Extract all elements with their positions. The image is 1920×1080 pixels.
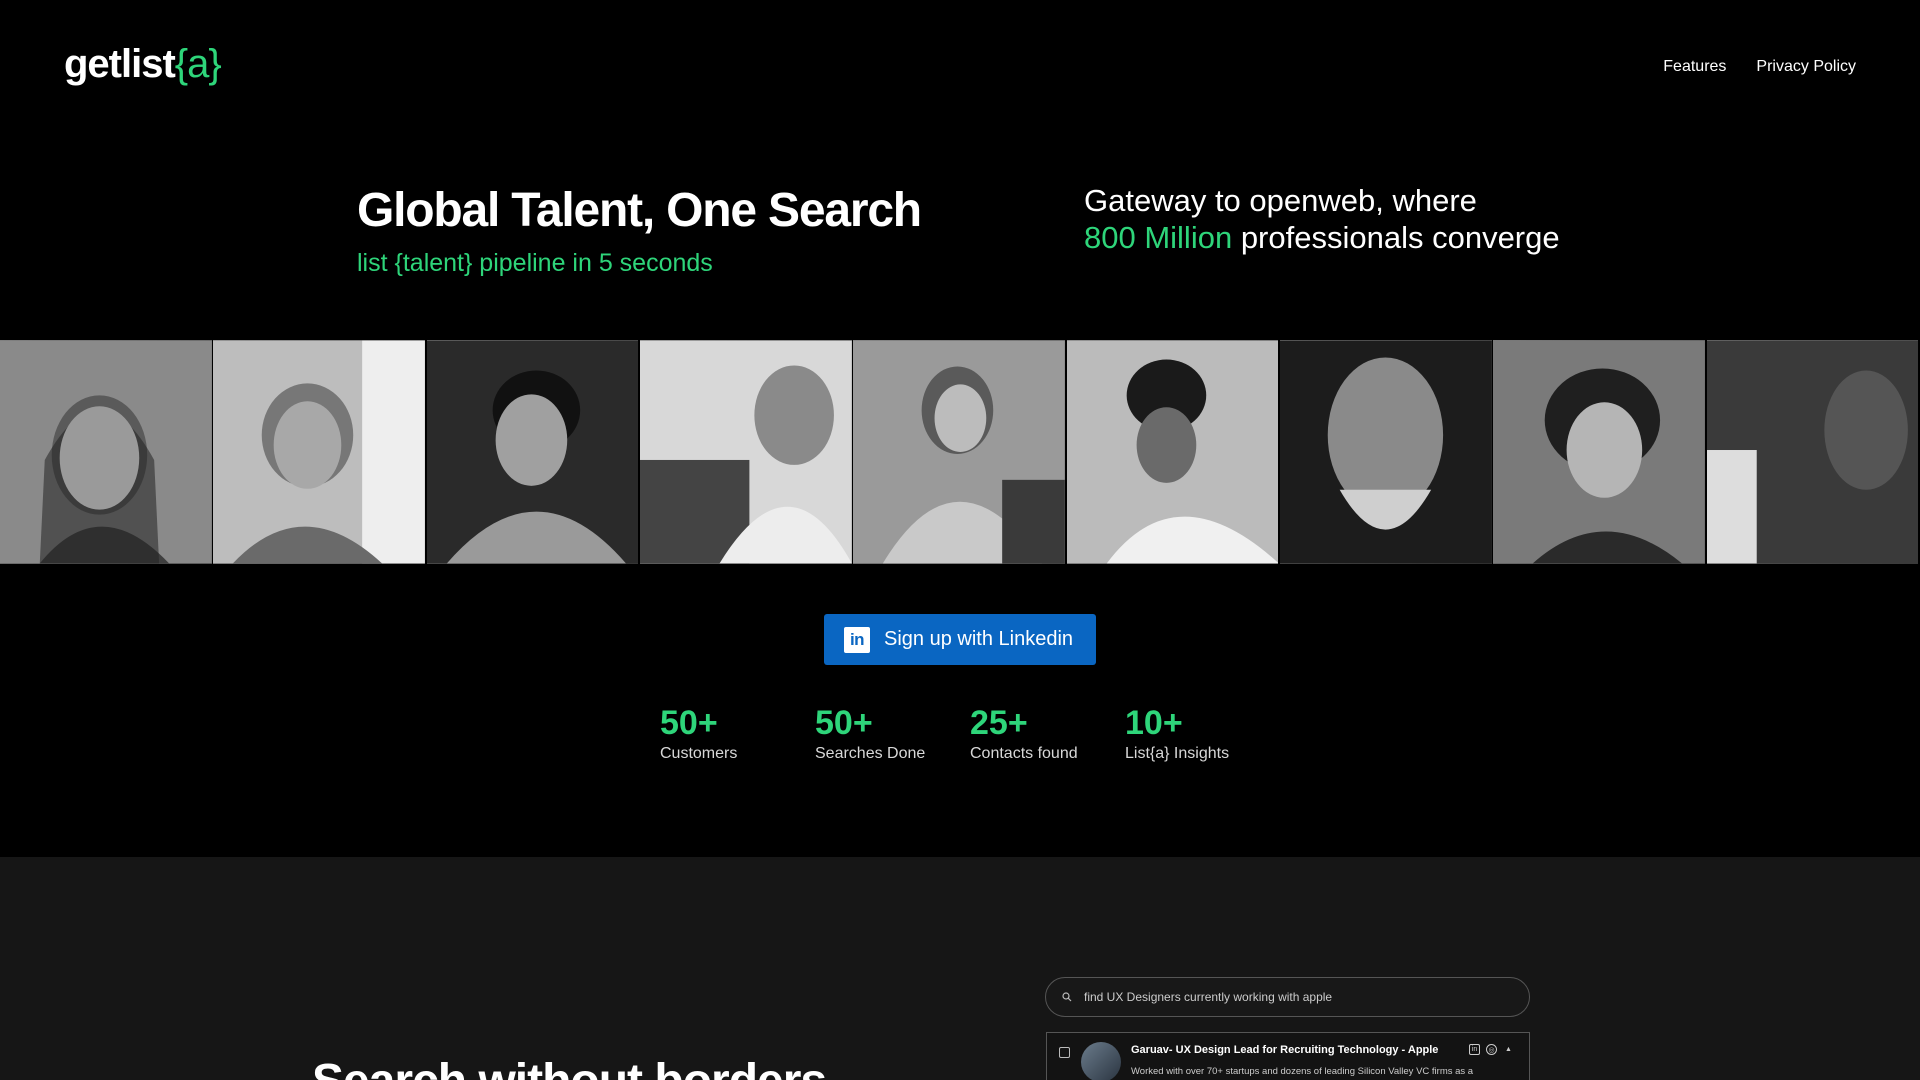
- portrait-strip: [0, 340, 1920, 564]
- linkedin-icon[interactable]: in: [1469, 1044, 1480, 1055]
- gateway-line-1: Gateway to openweb, where: [1084, 183, 1477, 218]
- result-social-icons: in ◎ ▲: [1469, 1044, 1514, 1055]
- twitter-icon[interactable]: ▲: [1503, 1044, 1514, 1055]
- brand-suffix: {a}: [174, 42, 222, 86]
- top-nav: Features Privacy Policy: [1663, 58, 1856, 76]
- stat-contacts: 25+ Contacts found: [970, 703, 1125, 763]
- search-icon: [1062, 992, 1072, 1002]
- stats-row: 50+ Customers 50+ Searches Done 25+ Cont…: [660, 703, 1280, 763]
- hero-title: Global Talent, One Search: [357, 184, 922, 237]
- linkedin-signup-label: Sign up with Linkedin: [884, 628, 1074, 650]
- stat-label: Customers: [660, 745, 738, 762]
- brand-name: getlist: [64, 42, 176, 86]
- portrait-photo: [1493, 340, 1706, 564]
- stat-label: Contacts found: [970, 745, 1078, 762]
- linkedin-icon: in: [844, 626, 870, 653]
- stat-insights: 10+ List{a} Insights: [1125, 703, 1280, 763]
- portrait-photo: [1706, 340, 1919, 564]
- stat-value: 50+: [660, 704, 718, 742]
- nav-privacy-link[interactable]: Privacy Policy: [1756, 58, 1856, 76]
- site-header: getlist{a} Features Privacy Policy: [0, 0, 1920, 140]
- portrait-photo: [213, 340, 426, 564]
- landing-page: getlist{a} Features Privacy Policy Globa…: [0, 0, 1920, 1080]
- section-title: Search without borders: [312, 1054, 827, 1080]
- nav-features-link[interactable]: Features: [1663, 58, 1726, 76]
- search-query-text: find UX Designers currently working with…: [1084, 990, 1333, 1004]
- stat-label: List{a} Insights: [1125, 745, 1230, 762]
- dribbble-icon[interactable]: ◎: [1486, 1044, 1497, 1055]
- stat-value: 25+: [970, 704, 1028, 742]
- result-checkbox[interactable]: [1059, 1047, 1070, 1058]
- avatar: [1081, 1042, 1121, 1080]
- gateway-line-2: 800 Million professionals converge: [1084, 219, 1560, 256]
- stat-searches: 50+ Searches Done: [815, 703, 970, 763]
- portrait-photo: [853, 340, 1066, 564]
- portrait-photo: [1066, 340, 1279, 564]
- portrait-photo: [639, 340, 852, 564]
- search-feature-section: Search without borders find UX Designers…: [0, 857, 1920, 1080]
- portrait-photo: [0, 340, 212, 564]
- search-result-card[interactable]: Garuav- UX Design Lead for Recruiting Te…: [1046, 1032, 1530, 1080]
- hero-gateway-text: Gateway to openweb, where 800 Million pr…: [1084, 182, 1560, 256]
- stat-value: 10+: [1125, 704, 1183, 742]
- result-description: Worked with over 70+ startups and dozens…: [1131, 1066, 1474, 1077]
- hero-subtitle: list {talent} pipeline in 5 seconds: [357, 249, 713, 277]
- portrait-photo: [426, 340, 639, 564]
- hero-heading-block: Global Talent, One Search list {talent} …: [357, 183, 922, 278]
- linkedin-signup-button[interactable]: in Sign up with Linkedin: [824, 614, 1096, 665]
- demo-search-input[interactable]: find UX Designers currently working with…: [1045, 977, 1530, 1017]
- stat-customers: 50+ Customers: [660, 703, 815, 763]
- brand-logo[interactable]: getlist{a}: [64, 42, 222, 87]
- portrait-photo: [1279, 340, 1492, 564]
- stat-value: 50+: [815, 704, 873, 742]
- gateway-highlight: 800 Million: [1084, 220, 1233, 255]
- stat-label: Searches Done: [815, 745, 926, 762]
- result-title: Garuav- UX Design Lead for Recruiting Te…: [1131, 1044, 1439, 1056]
- gateway-line-2-rest: professionals converge: [1232, 220, 1560, 255]
